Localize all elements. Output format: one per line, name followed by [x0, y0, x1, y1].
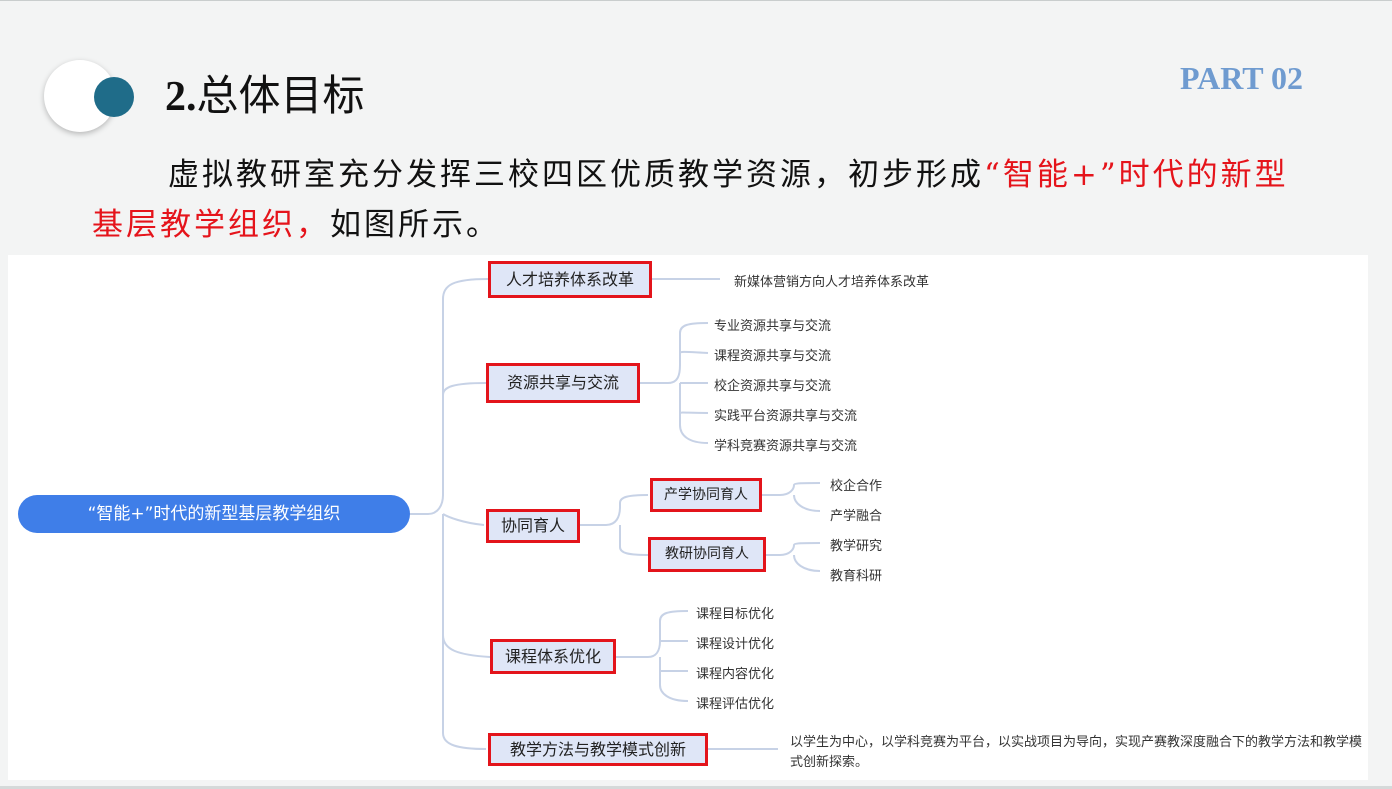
leaf-resource-1: 专业资源共享与交流 — [714, 319, 832, 334]
branch-curriculum-optimization: 课程体系优化 — [490, 639, 616, 674]
branch-collaborative-education: 协同育人 — [486, 509, 580, 543]
leaf-resource-3: 校企资源共享与交流 — [714, 379, 832, 394]
top-border — [0, 0, 1392, 1]
title-bullet-dot — [94, 77, 134, 117]
leaf-new-media-training: 新媒体营销方向人才培养体系改革 — [734, 275, 930, 290]
slide-title: 2.总体目标 — [165, 62, 365, 123]
leaf-innovation-description: 以学生为中心，以学科竞赛为平台，以实战项目为导向，实现产赛教深度融合下的教学方法… — [790, 735, 1363, 770]
slide-title-number: 2. — [165, 74, 197, 120]
leaf-resource-2: 课程资源共享与交流 — [714, 349, 832, 364]
mind-map: “智能+”时代的新型基层教学组织 人才培养体系改革 新媒体营销方向人才培养体系改… — [8, 255, 1368, 780]
leaf-curriculum-goal: 课程目标优化 — [696, 607, 775, 622]
leaf-resource-4: 实践平台资源共享与交流 — [714, 409, 858, 424]
leaf-school-enterprise: 校企合作 — [830, 479, 883, 494]
branch-talent-training: 人才培养体系改革 — [488, 261, 652, 298]
intro-text-1: 虚拟教研室充分发挥三校四区优质教学资源，初步形成 — [168, 157, 984, 193]
intro-paragraph: 虚拟教研室充分发挥三校四区优质教学资源，初步形成“智能+”时代的新型基层教学组织… — [92, 150, 1322, 250]
part-label: PART 02 — [1180, 60, 1304, 96]
leaf-curriculum-evaluation: 课程评估优化 — [696, 697, 775, 712]
leaf-industry-integration: 产学融合 — [830, 509, 883, 524]
leaf-curriculum-design: 课程设计优化 — [696, 637, 775, 652]
leaf-curriculum-content: 课程内容优化 — [696, 667, 775, 682]
slide-title-text: 总体目标 — [196, 71, 365, 120]
leaf-education-research: 教育科研 — [830, 569, 883, 584]
intro-text-2: 如图所示。 — [330, 207, 500, 243]
sub-branch-industry-education: 产学协同育人 — [650, 478, 762, 512]
sub-branch-teaching-research: 教研协同育人 — [648, 537, 766, 572]
branch-resource-sharing: 资源共享与交流 — [486, 363, 640, 403]
branch-teaching-innovation: 教学方法与教学模式创新 — [488, 733, 708, 766]
mind-map-root: “智能+”时代的新型基层教学组织 — [18, 495, 410, 533]
leaf-resource-5: 学科竞赛资源共享与交流 — [714, 439, 858, 454]
leaf-teaching-study: 教学研究 — [830, 539, 883, 554]
